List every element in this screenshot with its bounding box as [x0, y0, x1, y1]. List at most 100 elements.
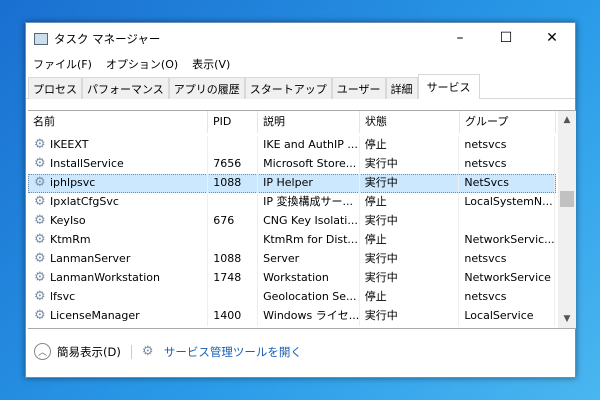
close-button[interactable]: ✕ — [529, 23, 575, 53]
service-row[interactable]: ⚙ KtmRm KtmRm for Dist... 停止 NetworkServic..… — [28, 231, 556, 250]
service-name: ⚙ lfsvc — [29, 288, 209, 307]
tab-details[interactable]: 詳細 — [385, 77, 418, 99]
service-row[interactable]: ⚙ iphlpsvc 1088 IP Helper 実行中 NetSvcs — [28, 174, 556, 193]
service-gear-icon: ⚙ — [34, 308, 46, 323]
service-pid — [208, 136, 259, 155]
service-pid: 7656 — [208, 155, 259, 174]
service-gear-icon: ⚙ — [34, 213, 46, 228]
service-group: netsvcs — [459, 155, 555, 174]
tab-performance[interactable]: パフォーマンス — [82, 77, 169, 99]
divider — [130, 344, 132, 359]
service-status-text: 実行中 — [364, 252, 398, 265]
service-pid — [208, 231, 259, 250]
task-manager-window: タスク マネージャー – ☐ ✕ ファイル(F) オプション(O) 表示(V) … — [25, 22, 576, 378]
service-name-text: LanmanWorkstation — [50, 271, 160, 284]
service-description: KtmRm for Dist... — [258, 231, 360, 250]
tab-processes[interactable]: プロセス — [28, 77, 82, 99]
column-status[interactable]: 状態 — [360, 111, 460, 133]
service-status: 実行中 — [360, 307, 460, 326]
sort-ascending-icon: ^ — [113, 110, 121, 115]
vertical-scrollbar[interactable]: ▲ ▼ — [558, 111, 576, 328]
service-row[interactable]: ⚙ IpxlatCfgSvc IP 変換構成サー... 停止 LocalSystemN.… — [28, 193, 556, 212]
maximize-button[interactable]: ☐ — [483, 23, 529, 53]
service-description: IKE and AuthIP ... — [258, 136, 360, 155]
chevron-up-circle-icon[interactable]: ︿ — [34, 343, 51, 360]
tab-services[interactable]: サービス — [417, 74, 480, 99]
service-row[interactable]: ⚙ LicenseManager 1400 Windows ライセ... 実行中 Loca… — [28, 307, 556, 326]
service-name-text: LicenseManager — [50, 309, 140, 322]
menu-view[interactable]: 表示(V) — [192, 56, 230, 72]
service-description: IP 変換構成サー... — [258, 193, 360, 212]
scroll-down-icon[interactable]: ▼ — [558, 310, 576, 328]
service-status: 実行中 — [360, 269, 460, 288]
service-name-text: KeyIso — [50, 214, 86, 227]
menu-bar: ファイル(F) オプション(O) 表示(V) — [26, 54, 230, 74]
service-pid: 1400 — [208, 307, 259, 326]
service-description: IP Helper — [258, 174, 360, 193]
scrollbar-thumb[interactable] — [560, 191, 574, 207]
service-name: ⚙ iphlpsvc — [29, 174, 209, 193]
tab-app-history[interactable]: アプリの履歴 — [168, 77, 245, 99]
open-services-link[interactable]: サービス管理ツールを開く — [164, 344, 302, 360]
title-bar[interactable]: タスク マネージャー – ☐ ✕ — [26, 23, 575, 55]
fewer-details-button[interactable]: 簡易表示(D) — [57, 344, 121, 360]
column-group[interactable]: グループ — [460, 111, 556, 133]
service-status: 実行中 — [360, 212, 460, 231]
service-status-text: 停止 — [364, 290, 387, 303]
service-group: NetworkService — [459, 269, 555, 288]
service-description-text: IP Helper — [263, 176, 313, 189]
menu-options[interactable]: オプション(O) — [106, 56, 178, 72]
service-name: ⚙ IKEEXT — [29, 136, 209, 155]
service-description-text: IP 変換構成サー... — [263, 195, 353, 208]
service-name-text: LanmanServer — [50, 252, 131, 265]
service-gear-icon: ⚙ — [34, 251, 46, 266]
tab-users[interactable]: ユーザー — [331, 77, 386, 99]
column-pid[interactable]: PID — [208, 111, 258, 133]
service-rows: ⚙ IKEEXT IKE and AuthIP ... 停止 netsvcs ⚙ Insta… — [28, 136, 556, 326]
service-group-text: NetworkService — [464, 271, 551, 284]
service-name: ⚙ KtmRm — [29, 231, 209, 250]
service-name: ⚙ LicenseManager — [29, 307, 209, 326]
service-row[interactable]: ⚙ lfsvc Geolocation Se... 停止 netsvcs — [28, 288, 556, 307]
service-name-text: InstallService — [50, 157, 124, 170]
service-name-text: IKEEXT — [50, 138, 89, 151]
service-status: 停止 — [360, 231, 460, 250]
service-row[interactable]: ⚙ KeyIso 676 CNG Key Isolati... 実行中 — [28, 212, 556, 231]
service-row[interactable]: ⚙ IKEEXT IKE and AuthIP ... 停止 netsvcs — [28, 136, 556, 155]
column-description[interactable]: 説明 — [258, 111, 360, 133]
service-row[interactable]: ⚙ InstallService 7656 Microsoft Store... 実行中… — [28, 155, 556, 174]
service-group: netsvcs — [459, 288, 555, 307]
service-description-text: Microsoft Store... — [263, 157, 357, 170]
service-status: 実行中 — [360, 174, 460, 193]
service-group: NetworkServic... — [459, 231, 555, 250]
service-description: Workstation — [258, 269, 360, 288]
tab-startup[interactable]: スタートアップ — [244, 77, 332, 99]
service-status-text: 実行中 — [364, 309, 398, 322]
service-row[interactable]: ⚙ LanmanWorkstation 1748 Workstation 実行中 Netw… — [28, 269, 556, 288]
service-status: 停止 — [360, 136, 460, 155]
service-group-text: NetSvcs — [464, 176, 509, 189]
service-group-text: netsvcs — [464, 252, 507, 265]
service-gear-icon: ⚙ — [34, 156, 46, 171]
menu-file[interactable]: ファイル(F) — [33, 56, 92, 72]
service-status: 実行中 — [360, 250, 460, 269]
service-name-text: KtmRm — [50, 233, 91, 246]
service-description: Server — [258, 250, 360, 269]
service-row[interactable]: ⚙ LanmanServer 1088 Server 実行中 netsvcs — [28, 250, 556, 269]
scroll-up-icon[interactable]: ▲ — [558, 111, 576, 129]
service-status-text: 停止 — [364, 138, 387, 151]
service-description-text: Server — [263, 252, 300, 265]
service-description: Microsoft Store... — [258, 155, 360, 174]
service-pid: 1088 — [208, 250, 259, 269]
service-name: ⚙ InstallService — [29, 155, 209, 174]
service-name: ⚙ KeyIso — [29, 212, 209, 231]
window-title: タスク マネージャー — [54, 32, 161, 46]
service-name: ⚙ IpxlatCfgSvc — [29, 193, 209, 212]
service-pid: 676 — [208, 212, 259, 231]
service-description-text: Geolocation Se... — [263, 290, 357, 303]
service-name: ⚙ LanmanWorkstation — [29, 269, 209, 288]
service-pid-text: 1748 — [213, 271, 242, 284]
service-pid-text: 1400 — [213, 309, 242, 322]
minimize-button[interactable]: – — [437, 23, 483, 53]
service-group-text: netsvcs — [464, 138, 507, 151]
